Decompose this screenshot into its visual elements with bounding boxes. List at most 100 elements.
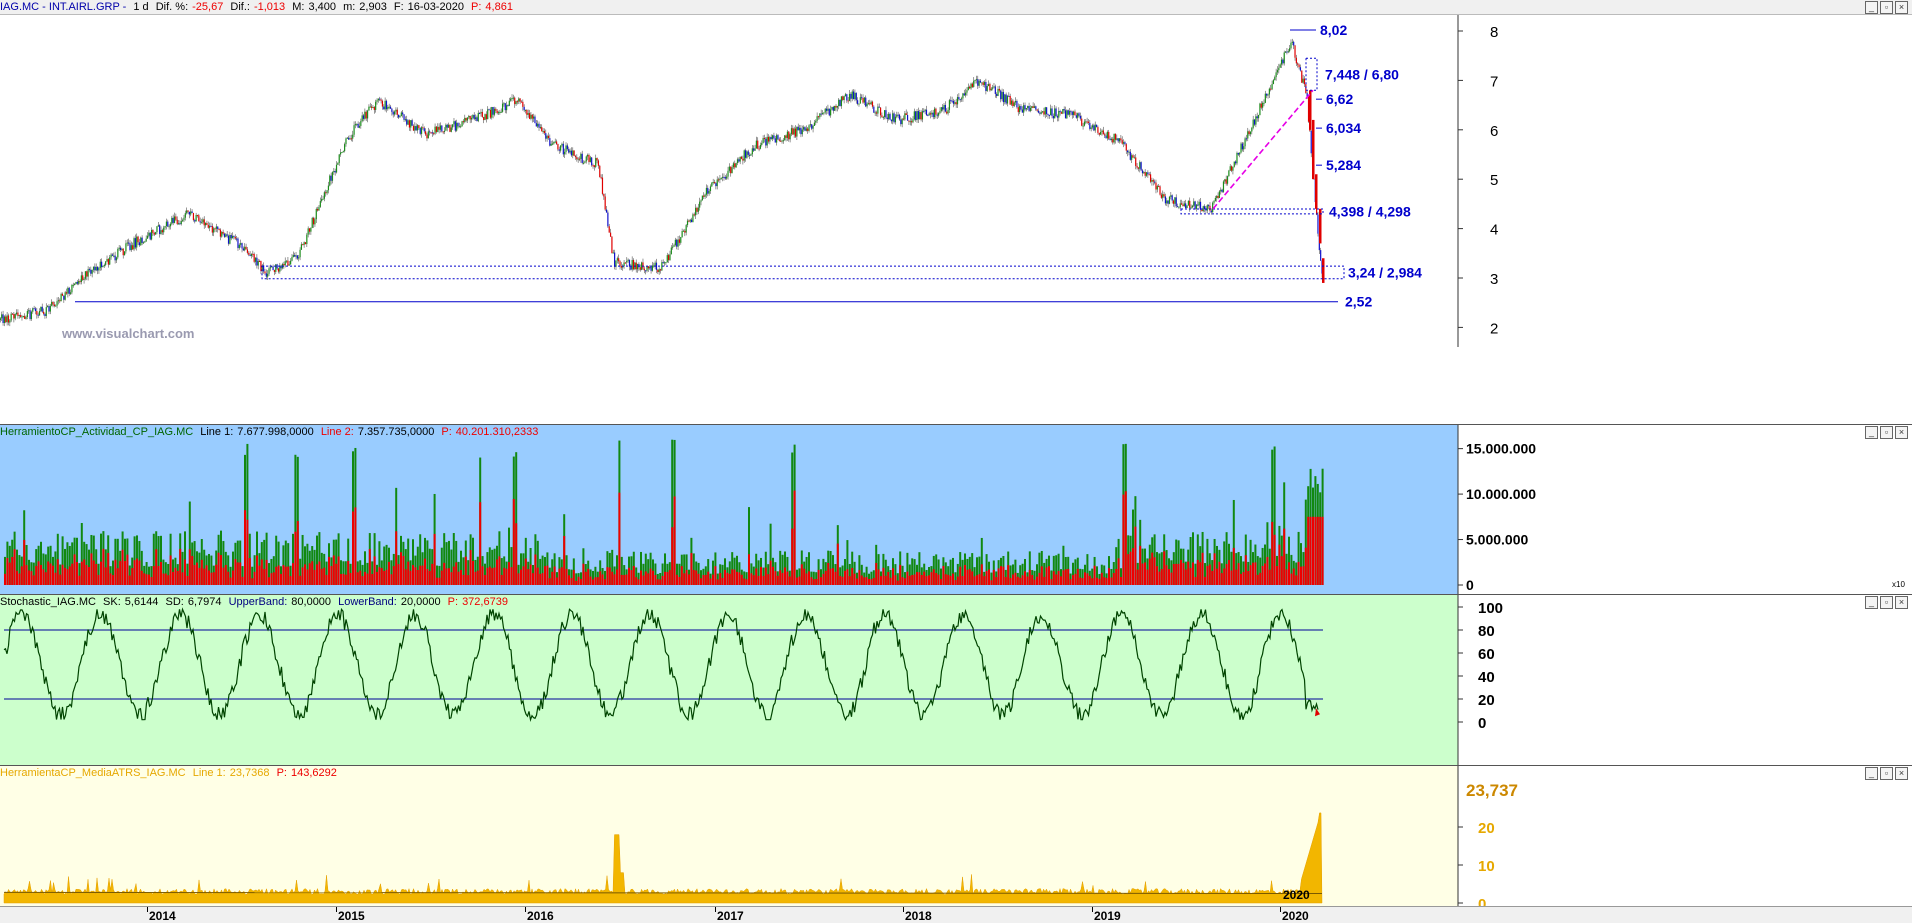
candle bbox=[1181, 199, 1183, 205]
candle bbox=[885, 106, 887, 120]
candle bbox=[630, 263, 632, 271]
minimize-icon[interactable]: _ bbox=[1865, 596, 1878, 609]
candle bbox=[1187, 200, 1189, 206]
candle bbox=[438, 123, 440, 134]
candle bbox=[831, 106, 833, 111]
close-icon[interactable]: × bbox=[1895, 596, 1908, 609]
activity-bar-red bbox=[428, 570, 431, 585]
candle bbox=[1221, 188, 1223, 193]
candle bbox=[180, 217, 182, 226]
activity-bar-red bbox=[469, 550, 472, 585]
time-axis[interactable]: 2014 2015 2016 2017 2018 2019 2020 bbox=[0, 906, 1912, 923]
activity-bar-red bbox=[522, 566, 525, 585]
candle bbox=[1198, 199, 1200, 209]
candle bbox=[689, 218, 691, 223]
candle bbox=[546, 134, 548, 142]
candle bbox=[487, 106, 489, 120]
atr-panel[interactable]: HerramientaCP_MediaATRS_IAG.MC Line 1: 23… bbox=[0, 765, 1912, 907]
close-icon[interactable]: × bbox=[1895, 1, 1908, 14]
activity-bar-red bbox=[664, 571, 666, 585]
candle bbox=[1021, 106, 1023, 113]
candle bbox=[1091, 123, 1094, 130]
candle bbox=[402, 109, 404, 118]
activity-bar-red bbox=[347, 560, 350, 585]
candle bbox=[155, 231, 157, 235]
candle bbox=[288, 260, 290, 266]
candle bbox=[794, 125, 797, 138]
activity-bar-red bbox=[280, 573, 282, 585]
stochastic-sd-label: SD: bbox=[165, 596, 184, 608]
activity-bar-red bbox=[983, 576, 986, 585]
activity-bar-red bbox=[1026, 576, 1029, 585]
candle bbox=[1291, 38, 1293, 46]
stochastic-name: Stochastic_IAG.MC bbox=[0, 596, 96, 608]
candle bbox=[909, 117, 911, 126]
candle bbox=[726, 173, 728, 180]
stochastic-chart[interactable]: 100806040200 bbox=[0, 595, 1912, 766]
atr-chart[interactable]: 2010023,7372020 bbox=[0, 766, 1912, 907]
candle bbox=[587, 153, 589, 161]
activity-bar-red bbox=[930, 572, 933, 585]
candle bbox=[905, 109, 907, 116]
candle bbox=[1286, 47, 1288, 55]
activity-bar-red bbox=[644, 571, 647, 585]
restore-icon[interactable]: ▫ bbox=[1880, 767, 1893, 780]
activity-bar-red bbox=[594, 577, 597, 585]
activity-bar-red bbox=[841, 576, 844, 585]
activity-bar-red bbox=[52, 565, 54, 585]
candle bbox=[963, 89, 965, 96]
candle bbox=[570, 147, 573, 157]
candle bbox=[886, 113, 888, 123]
candle bbox=[44, 312, 46, 319]
candle bbox=[1255, 114, 1257, 128]
restore-icon[interactable]: ▫ bbox=[1880, 596, 1893, 609]
candle bbox=[939, 107, 941, 115]
candle bbox=[6, 312, 8, 326]
candle bbox=[889, 112, 891, 121]
price-tick-label: 6 bbox=[1490, 123, 1498, 140]
activity-bar-red bbox=[853, 573, 856, 585]
candle bbox=[685, 223, 687, 236]
candle bbox=[1052, 113, 1054, 123]
candle bbox=[387, 104, 389, 111]
candle bbox=[242, 246, 244, 251]
activity-bar-red bbox=[328, 556, 330, 585]
activity-line1-value: 7.677.998,0000 bbox=[237, 426, 314, 438]
activity-bar-red bbox=[244, 510, 246, 585]
candle bbox=[615, 260, 617, 271]
minimize-icon[interactable]: _ bbox=[1865, 426, 1878, 439]
activity-bar-red bbox=[829, 568, 832, 585]
restore-icon[interactable]: ▫ bbox=[1880, 1, 1893, 14]
candle bbox=[404, 116, 406, 122]
candle bbox=[78, 278, 80, 286]
minimize-icon[interactable]: _ bbox=[1865, 1, 1878, 14]
stochastic-panel[interactable]: Stochastic_IAG.MC SK: 5,6144 SD: 6,7974 Up… bbox=[0, 594, 1912, 766]
restore-icon[interactable]: ▫ bbox=[1880, 426, 1893, 439]
minimize-icon[interactable]: _ bbox=[1865, 767, 1878, 780]
activity-bar-red bbox=[892, 568, 894, 585]
price-panel[interactable]: IAG.MC - INT.AIRL.GRP - 1 d Dif. %: -25,6… bbox=[0, 0, 1912, 347]
candle bbox=[514, 96, 516, 108]
activity-bar-red bbox=[1247, 571, 1250, 585]
candle bbox=[5, 314, 7, 324]
candle bbox=[944, 101, 946, 113]
candle bbox=[755, 136, 757, 149]
close-icon[interactable]: × bbox=[1895, 426, 1908, 439]
activity-bar-red bbox=[889, 577, 892, 585]
activity-bar-red bbox=[1031, 575, 1034, 585]
candle bbox=[901, 118, 903, 128]
candle bbox=[1114, 133, 1117, 144]
price-chart[interactable]: 87654328,027,448 / 6,806,626,0345,2844,3… bbox=[0, 0, 1912, 347]
activity-bar-red bbox=[805, 573, 808, 585]
close-icon[interactable]: × bbox=[1895, 767, 1908, 780]
activity-bar-red bbox=[678, 577, 681, 585]
activity-bar-red bbox=[1019, 577, 1022, 585]
candle bbox=[1129, 149, 1131, 161]
candle bbox=[678, 235, 681, 246]
activity-bar-red bbox=[18, 573, 21, 585]
activity-bar-red bbox=[140, 570, 143, 585]
activity-chart[interactable]: 15.000.00010.000.0005.000.0000 x10 bbox=[0, 425, 1912, 595]
candle bbox=[411, 118, 413, 126]
candle bbox=[620, 262, 622, 271]
activity-panel[interactable]: HerramientoCP_Actividad_CP_IAG.MC Line 1… bbox=[0, 424, 1912, 595]
